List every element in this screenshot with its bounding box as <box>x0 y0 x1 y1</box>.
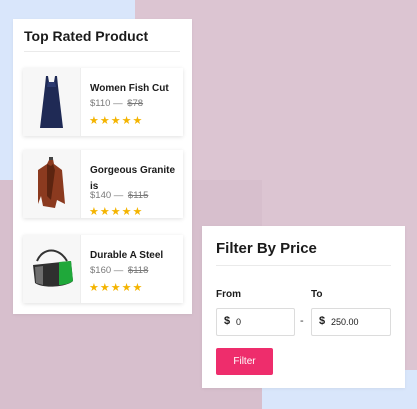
dress-icon <box>40 76 63 128</box>
current-price: $110 <box>90 98 111 109</box>
top-rated-products-widget: Top Rated Product Women Fish Cut $110 — … <box>13 19 192 314</box>
star-rating: ★★★★★ <box>89 115 144 127</box>
divider <box>24 51 180 52</box>
product-thumbnail[interactable] <box>23 150 81 218</box>
star-rating: ★★★★★ <box>89 206 144 218</box>
price-from-input[interactable]: $ 0 <box>216 308 295 336</box>
price-from-value[interactable]: 0 <box>236 317 241 327</box>
old-price: $115 <box>127 190 149 201</box>
star-rating: ★★★★★ <box>89 282 144 294</box>
old-price: $118 <box>127 265 149 276</box>
price-to-value[interactable]: 250.00 <box>331 317 359 327</box>
price-separator: — <box>113 98 123 109</box>
divider <box>216 265 391 266</box>
product-name[interactable]: Women Fish Cut <box>90 81 182 97</box>
dollar-icon: $ <box>224 315 231 327</box>
widget-title: Top Rated Product <box>24 28 149 44</box>
product-item[interactable]: Durable A Steel $160 — $118 ★★★★★ <box>23 235 183 303</box>
product-price: $110 — $78 <box>90 98 143 109</box>
current-price: $160 <box>90 265 112 276</box>
bag-icon <box>33 249 73 287</box>
product-thumbnail[interactable] <box>23 68 81 136</box>
dollar-icon: $ <box>319 315 326 327</box>
product-name[interactable]: Durable A Steel <box>90 248 182 264</box>
from-label: From <box>216 289 241 300</box>
price-to-input[interactable]: $ 250.00 <box>311 308 391 336</box>
old-price: $78 <box>127 98 144 109</box>
current-price: $140 <box>90 190 112 201</box>
jacket-icon <box>38 157 65 208</box>
product-thumbnail[interactable] <box>23 235 81 303</box>
product-price: $160 — $118 <box>90 265 148 276</box>
product-price: $140 — $115 <box>90 190 148 201</box>
price-separator: — <box>113 190 124 201</box>
price-separator: — <box>113 265 124 276</box>
to-label: To <box>311 289 323 300</box>
range-separator: - <box>300 315 304 327</box>
product-item[interactable]: Gorgeous Granite is $140 — $115 ★★★★★ <box>23 150 183 218</box>
product-item[interactable]: Women Fish Cut $110 — $78 ★★★★★ <box>23 68 183 136</box>
widget-title: Filter By Price <box>216 240 317 257</box>
filter-button[interactable]: Filter <box>216 348 273 375</box>
